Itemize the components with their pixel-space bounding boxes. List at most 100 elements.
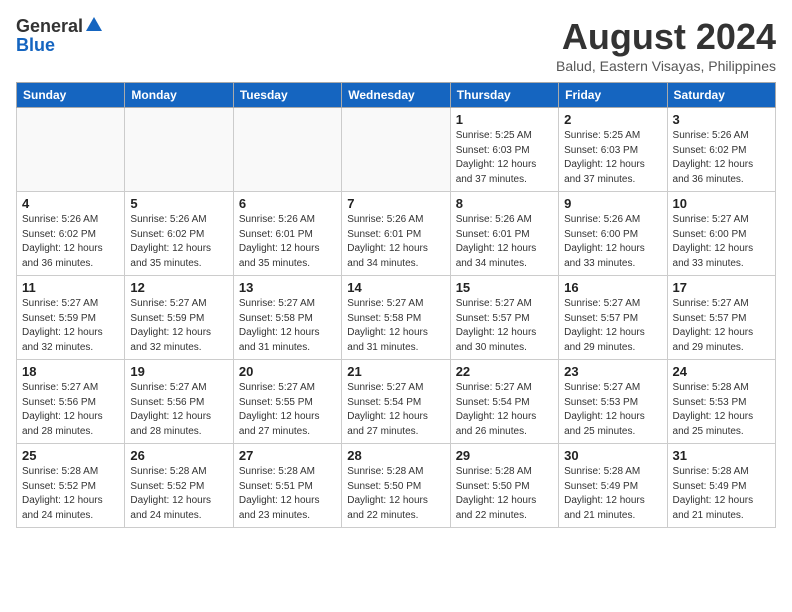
day-info: Sunrise: 5:26 AMSunset: 6:02 PMDaylight:…	[22, 213, 119, 271]
calendar-cell: 4 Sunrise: 5:26 AMSunset: 6:02 PMDaylight…	[17, 192, 125, 276]
col-tuesday: Tuesday	[233, 83, 341, 108]
calendar-cell: 1 Sunrise: 5:25 AMSunset: 6:03 PMDaylight…	[450, 108, 558, 192]
day-info: Sunrise: 5:26 AMSunset: 6:02 PMDaylight:…	[130, 213, 227, 271]
day-number: 11	[22, 280, 119, 295]
calendar-cell: 3Sunrise: 5:26 AMSunset: 6:02 PMDaylight…	[667, 108, 775, 192]
day-info: Sunrise: 5:26 AMSunset: 6:00 PMDaylight:…	[564, 213, 661, 271]
day-number: 14	[347, 280, 444, 295]
day-info: Sunrise: 5:27 AMSunset: 5:57 PMDaylight:…	[673, 297, 770, 355]
day-number: 4	[22, 196, 119, 211]
calendar-cell: 23 Sunrise: 5:27 AMSunset: 5:53 PMDayligh…	[559, 360, 667, 444]
day-number: 30	[564, 448, 661, 463]
calendar-cell: 13 Sunrise: 5:27 AMSunset: 5:58 PMDayligh…	[233, 276, 341, 360]
calendar-cell	[17, 108, 125, 192]
day-info: Sunrise: 5:27 AMSunset: 5:53 PMDaylight:…	[564, 381, 661, 439]
calendar-table: Sunday Monday Tuesday Wednesday Thursday…	[16, 82, 776, 528]
calendar-cell: 14 Sunrise: 5:27 AMSunset: 5:58 PMDayligh…	[342, 276, 450, 360]
logo: General Blue	[16, 16, 102, 56]
day-number: 17	[673, 280, 770, 295]
day-info: Sunrise: 5:28 AMSunset: 5:52 PMDaylight:…	[130, 465, 227, 523]
day-info: Sunrise: 5:27 AMSunset: 5:57 PMDaylight:…	[456, 297, 553, 355]
calendar-cell: 20 Sunrise: 5:27 AMSunset: 5:55 PMDayligh…	[233, 360, 341, 444]
calendar-title: August 2024	[556, 16, 776, 58]
calendar-cell: 10 Sunrise: 5:27 AMSunset: 6:00 PMDayligh…	[667, 192, 775, 276]
day-number: 19	[130, 364, 227, 379]
col-saturday: Saturday	[667, 83, 775, 108]
day-number: 8	[456, 196, 553, 211]
day-info: Sunrise: 5:28 AMSunset: 5:52 PMDaylight:…	[22, 465, 119, 523]
day-number: 12	[130, 280, 227, 295]
day-info: Sunrise: 5:26 AMSunset: 6:01 PMDaylight:…	[456, 213, 553, 271]
calendar-cell: 17 Sunrise: 5:27 AMSunset: 5:57 PMDayligh…	[667, 276, 775, 360]
calendar-week-row: 25Sunrise: 5:28 AMSunset: 5:52 PMDayligh…	[17, 444, 776, 528]
title-area: August 2024 Balud, Eastern Visayas, Phil…	[556, 16, 776, 74]
calendar-cell: 11 Sunrise: 5:27 AMSunset: 5:59 PMDayligh…	[17, 276, 125, 360]
day-info: Sunrise: 5:25 AMSunset: 6:03 PMDaylight:…	[456, 129, 553, 187]
day-number: 15	[456, 280, 553, 295]
calendar-cell	[342, 108, 450, 192]
day-info: Sunrise: 5:25 AMSunset: 6:03 PMDaylight:…	[564, 129, 661, 187]
calendar-cell: 15 Sunrise: 5:27 AMSunset: 5:57 PMDayligh…	[450, 276, 558, 360]
day-info: Sunrise: 5:28 AMSunset: 5:50 PMDaylight:…	[347, 465, 444, 523]
day-info: Sunrise: 5:27 AMSunset: 5:59 PMDaylight:…	[22, 297, 119, 355]
day-number: 22	[456, 364, 553, 379]
logo-general: General	[16, 16, 83, 37]
col-sunday: Sunday	[17, 83, 125, 108]
day-number: 28	[347, 448, 444, 463]
calendar-cell: 7Sunrise: 5:26 AMSunset: 6:01 PMDaylight…	[342, 192, 450, 276]
calendar-cell	[125, 108, 233, 192]
col-thursday: Thursday	[450, 83, 558, 108]
day-number: 6	[239, 196, 336, 211]
day-info: Sunrise: 5:27 AMSunset: 5:55 PMDaylight:…	[239, 381, 336, 439]
day-number: 7	[347, 196, 444, 211]
calendar-cell: 5 Sunrise: 5:26 AMSunset: 6:02 PMDaylight…	[125, 192, 233, 276]
calendar-cell: 21 Sunrise: 5:27 AMSunset: 5:54 PMDayligh…	[342, 360, 450, 444]
day-info: Sunrise: 5:27 AMSunset: 5:57 PMDaylight:…	[564, 297, 661, 355]
calendar-subtitle: Balud, Eastern Visayas, Philippines	[556, 58, 776, 74]
calendar-cell: 22 Sunrise: 5:27 AMSunset: 5:54 PMDayligh…	[450, 360, 558, 444]
col-monday: Monday	[125, 83, 233, 108]
day-number: 24	[673, 364, 770, 379]
day-number: 26	[130, 448, 227, 463]
calendar-cell: 2 Sunrise: 5:25 AMSunset: 6:03 PMDaylight…	[559, 108, 667, 192]
day-number: 16	[564, 280, 661, 295]
day-info: Sunrise: 5:28 AMSunset: 5:49 PMDaylight:…	[673, 465, 770, 523]
day-info: Sunrise: 5:27 AMSunset: 5:59 PMDaylight:…	[130, 297, 227, 355]
day-number: 13	[239, 280, 336, 295]
day-info: Sunrise: 5:27 AMSunset: 5:54 PMDaylight:…	[456, 381, 553, 439]
day-info: Sunrise: 5:26 AMSunset: 6:02 PMDaylight:…	[673, 129, 770, 187]
day-info: Sunrise: 5:27 AMSunset: 6:00 PMDaylight:…	[673, 213, 770, 271]
day-info: Sunrise: 5:26 AMSunset: 6:01 PMDaylight:…	[239, 213, 336, 271]
day-number: 21	[347, 364, 444, 379]
day-number: 23	[564, 364, 661, 379]
day-info: Sunrise: 5:28 AMSunset: 5:53 PMDaylight:…	[673, 381, 770, 439]
col-wednesday: Wednesday	[342, 83, 450, 108]
calendar-cell: 18Sunrise: 5:27 AMSunset: 5:56 PMDayligh…	[17, 360, 125, 444]
col-friday: Friday	[559, 83, 667, 108]
day-info: Sunrise: 5:27 AMSunset: 5:56 PMDaylight:…	[130, 381, 227, 439]
day-number: 31	[673, 448, 770, 463]
day-number: 5	[130, 196, 227, 211]
day-info: Sunrise: 5:27 AMSunset: 5:58 PMDaylight:…	[239, 297, 336, 355]
day-info: Sunrise: 5:28 AMSunset: 5:49 PMDaylight:…	[564, 465, 661, 523]
day-info: Sunrise: 5:27 AMSunset: 5:54 PMDaylight:…	[347, 381, 444, 439]
calendar-cell: 16 Sunrise: 5:27 AMSunset: 5:57 PMDayligh…	[559, 276, 667, 360]
header: General Blue August 2024 Balud, Eastern …	[16, 16, 776, 74]
calendar-cell: 12 Sunrise: 5:27 AMSunset: 5:59 PMDayligh…	[125, 276, 233, 360]
day-info: Sunrise: 5:27 AMSunset: 5:56 PMDaylight:…	[22, 381, 119, 439]
calendar-cell	[233, 108, 341, 192]
day-number: 29	[456, 448, 553, 463]
header-row: Sunday Monday Tuesday Wednesday Thursday…	[17, 83, 776, 108]
day-number: 20	[239, 364, 336, 379]
day-info: Sunrise: 5:27 AMSunset: 5:58 PMDaylight:…	[347, 297, 444, 355]
calendar-cell: 29Sunrise: 5:28 AMSunset: 5:50 PMDayligh…	[450, 444, 558, 528]
calendar-cell: 31 Sunrise: 5:28 AMSunset: 5:49 PMDayligh…	[667, 444, 775, 528]
calendar-week-row: 11 Sunrise: 5:27 AMSunset: 5:59 PMDayligh…	[17, 276, 776, 360]
calendar-week-row: 18Sunrise: 5:27 AMSunset: 5:56 PMDayligh…	[17, 360, 776, 444]
day-number: 10	[673, 196, 770, 211]
day-number: 1	[456, 112, 553, 127]
calendar-cell: 26 Sunrise: 5:28 AMSunset: 5:52 PMDayligh…	[125, 444, 233, 528]
calendar-cell: 6 Sunrise: 5:26 AMSunset: 6:01 PMDaylight…	[233, 192, 341, 276]
day-number: 2	[564, 112, 661, 127]
calendar-cell: 19 Sunrise: 5:27 AMSunset: 5:56 PMDayligh…	[125, 360, 233, 444]
